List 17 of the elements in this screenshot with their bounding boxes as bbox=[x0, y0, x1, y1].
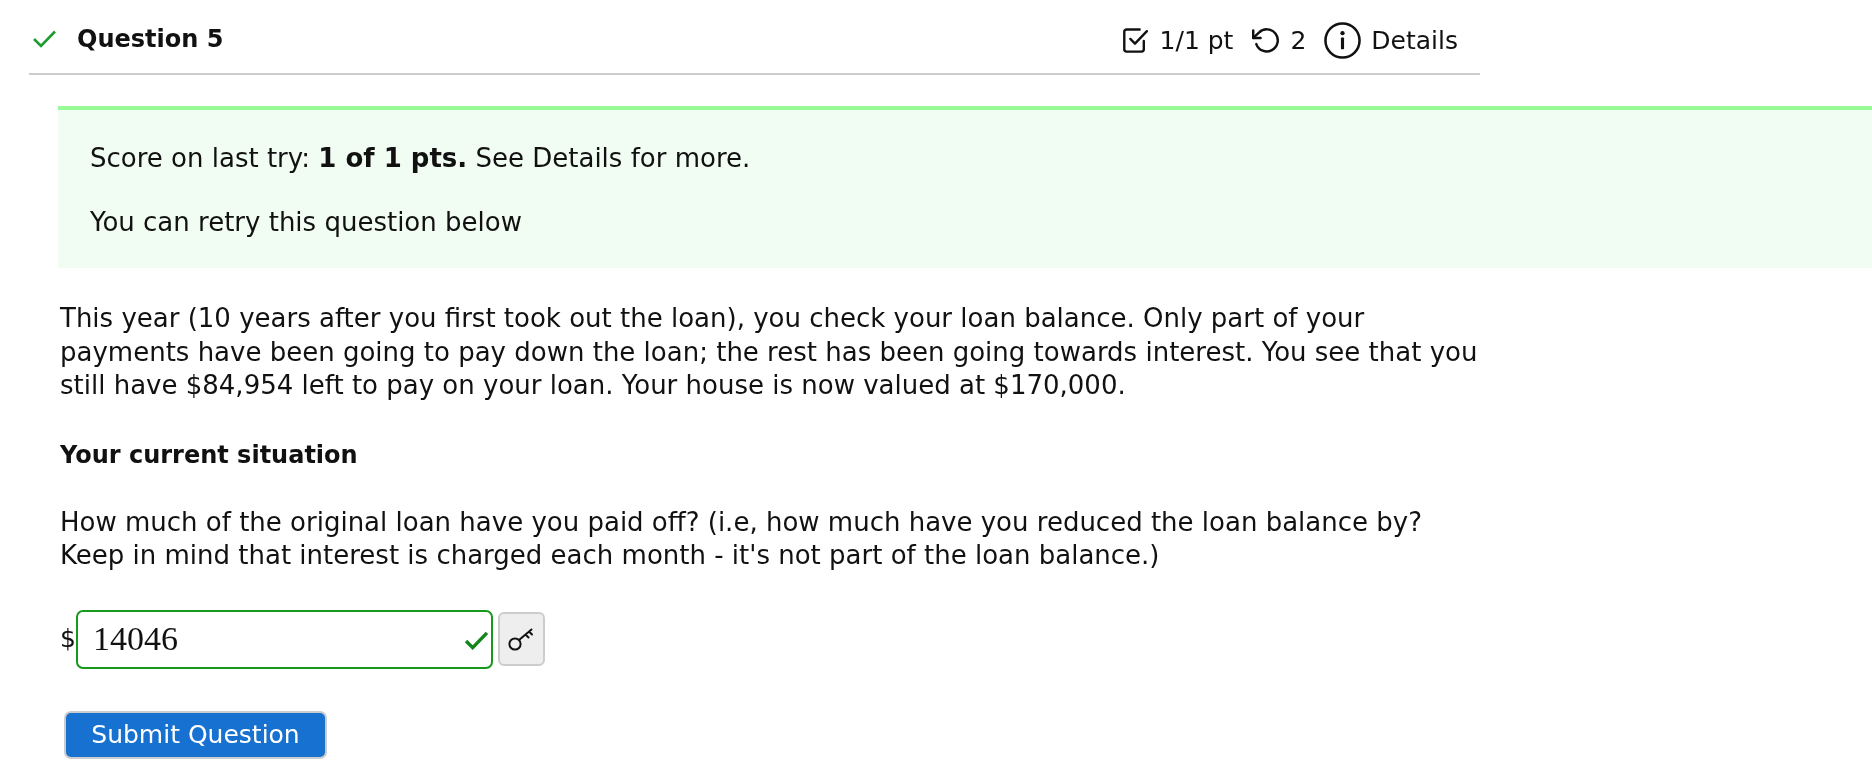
key-button[interactable] bbox=[497, 612, 545, 666]
info-icon bbox=[1324, 22, 1362, 59]
currency-symbol: $ bbox=[60, 624, 76, 654]
question-paragraph: This year (10 years after you first took out the loan), you check your loan balance. Only part of your payments have been going to pay down the loan; the rest has been going towards interest. You see that you still have $84,954 left to pay on your loan. Your house is now valued at $170,000. bbox=[60, 302, 1479, 402]
tries-count: 2 bbox=[1290, 25, 1307, 56]
question-paragraph: How much of the original loan have you paid off? (i.e, how much have you reduced the loan balance by? Keep in mind that interest is charged each month - it's not part of the loan balance.) bbox=[60, 505, 1423, 572]
score-summary-text: Score on last try: 1 of 1 pts. See Details for more. bbox=[90, 142, 752, 175]
key-icon bbox=[508, 627, 535, 651]
submit-button[interactable]: Submit Question bbox=[64, 710, 327, 759]
details-link[interactable]: Details bbox=[1324, 22, 1458, 59]
question-title: Question 5 bbox=[77, 23, 224, 54]
rotate-arrow-icon bbox=[1252, 27, 1280, 54]
answer-field[interactable]: 14046 bbox=[75, 609, 493, 669]
section-heading: Your current situation bbox=[60, 439, 359, 471]
retry-note-text: You can retry this question below bbox=[90, 206, 523, 239]
checkbox-icon bbox=[1121, 27, 1149, 54]
score-text: 1/1 pt bbox=[1159, 25, 1234, 56]
